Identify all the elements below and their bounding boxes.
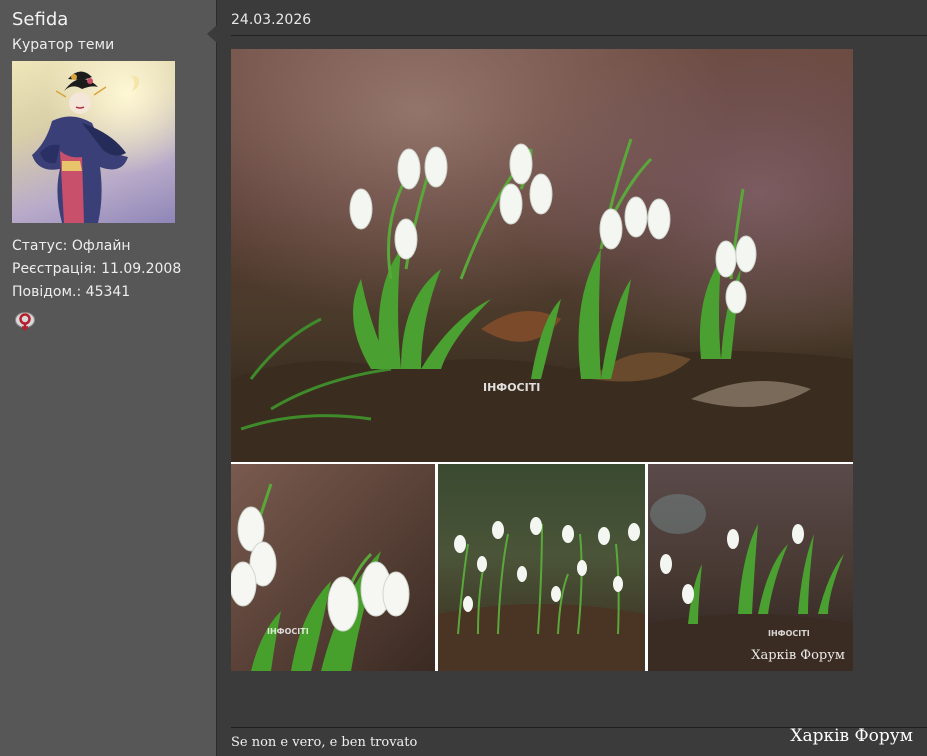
snowdrops-main-image: ІНФОСІТІ [231, 49, 853, 462]
photo-watermark-closeup: ІНФОСІТІ [267, 627, 309, 636]
photo-watermark-forest: ІНФОСІТІ [768, 629, 810, 638]
avatar[interactable] [12, 61, 175, 223]
user-post-count: Повідом.: 45341 [12, 284, 131, 300]
snowdrops-photo-closeup[interactable]: ІНФОСІТІ [231, 464, 435, 671]
snowdrops-photo-main[interactable]: ІНФОСІТІ [231, 49, 853, 462]
user-registration: Реєстрація: 11.09.2008 [12, 261, 182, 277]
avatar-image [12, 61, 175, 223]
photo-watermark-main: ІНФОСІТІ [483, 381, 540, 394]
snowdrops-meadow-image [438, 464, 645, 671]
user-sidebar: Sefida Куратор теми Статус: Офлайн Реєст… [0, 0, 217, 756]
user-status: Статус: Офлайн [12, 238, 131, 254]
forum-post: Sefida Куратор теми Статус: Офлайн Реєст… [0, 0, 927, 756]
header-divider [231, 35, 927, 36]
snowdrops-photo-forest[interactable]: ІНФОСІТІ Харків Форум [648, 464, 853, 671]
snowdrops-closeup-image: ІНФОСІТІ [231, 464, 435, 671]
snowdrops-photo-meadow[interactable] [438, 464, 645, 671]
username-link[interactable]: Sefida [12, 9, 68, 30]
post-image-collage[interactable]: ІНФОСІТІ ІНФОСІТІ ІНФОСІТІ Харків Форум [231, 49, 853, 671]
user-role: Куратор теми [12, 37, 115, 53]
snowdrops-forest-image: ІНФОСІТІ [648, 464, 853, 671]
post-date: 24.03.2026 [231, 12, 312, 28]
forum-watermark: Харків Форум [790, 726, 913, 746]
sidebar-pointer [207, 25, 217, 43]
photo-signature-watermark: Харків Форум [751, 648, 845, 663]
user-signature: Se non e vero, e ben trovato [231, 735, 418, 750]
female-symbol-icon [15, 312, 35, 331]
